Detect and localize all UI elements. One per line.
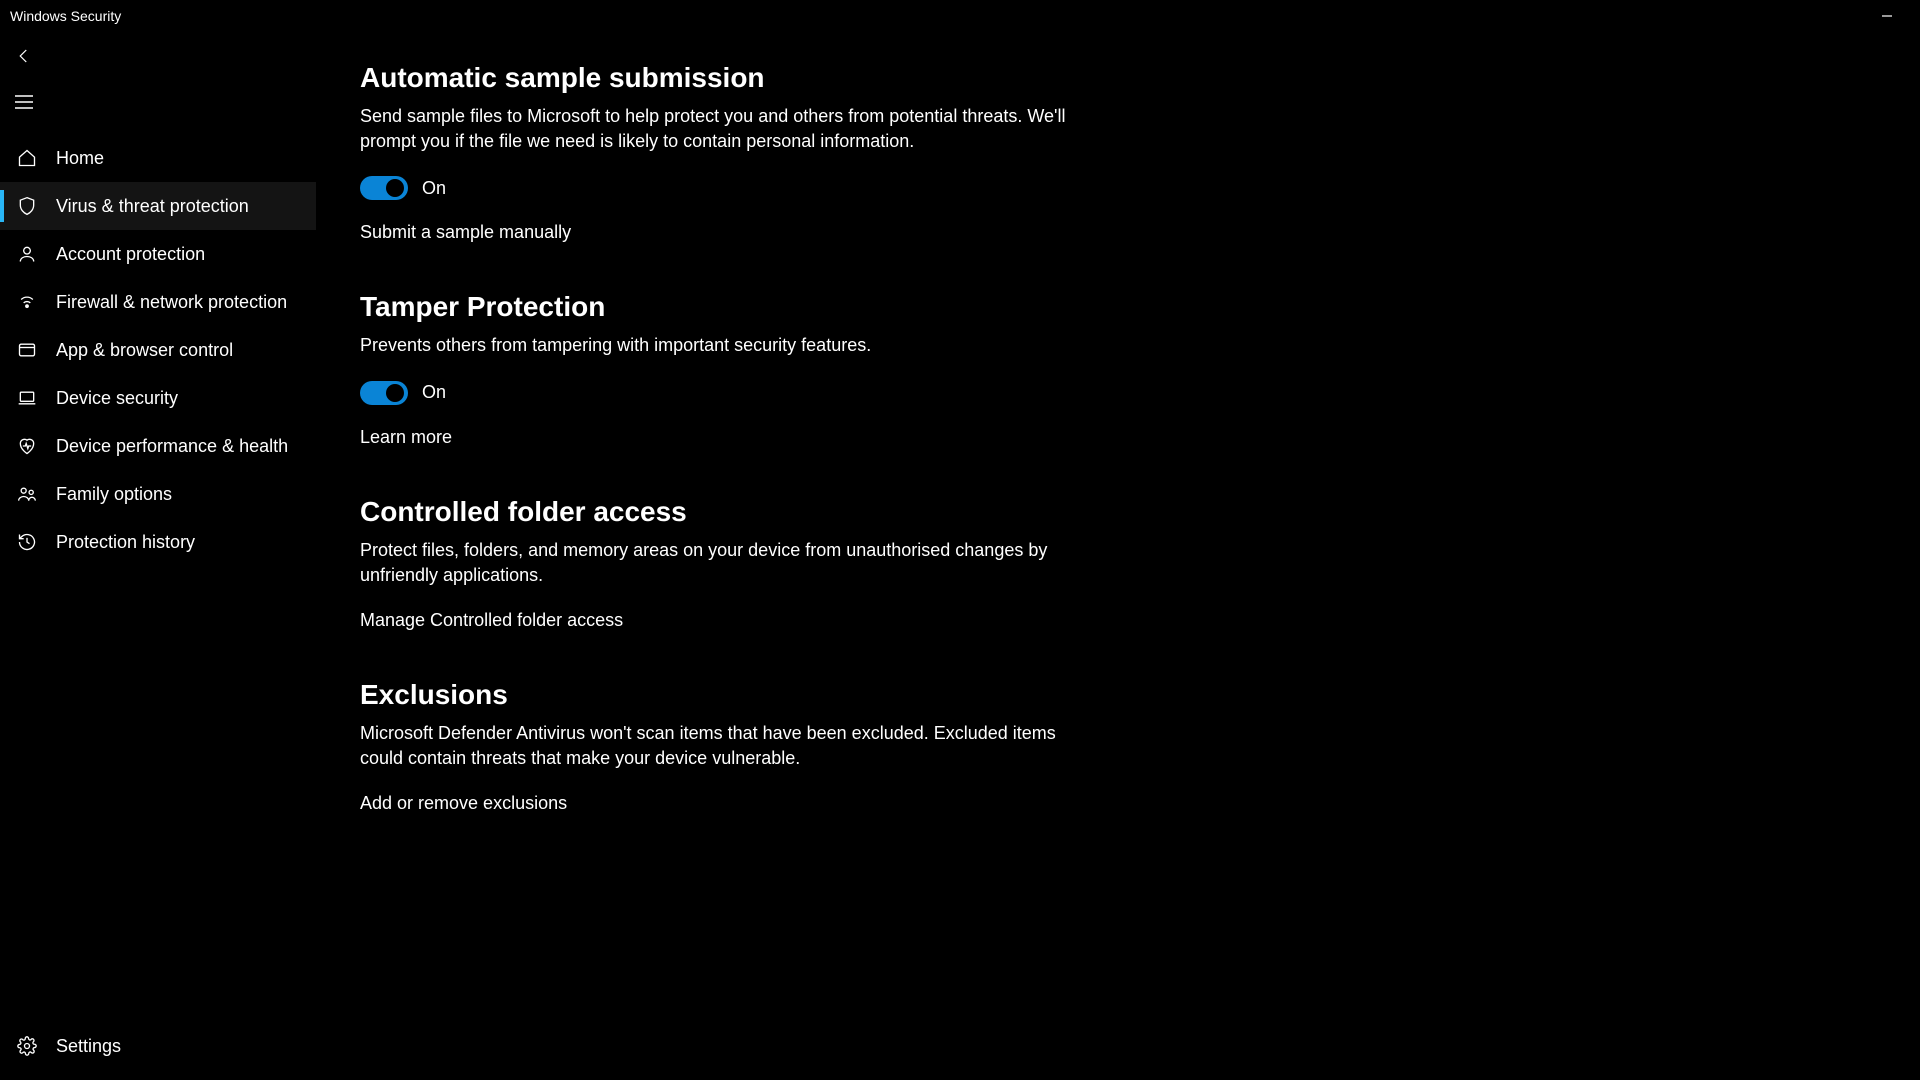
titlebar: Windows Security xyxy=(0,0,1920,32)
section-desc: Protect files, folders, and memory areas… xyxy=(360,538,1080,588)
history-icon xyxy=(16,531,38,553)
sidebar-item-app-browser[interactable]: App & browser control xyxy=(0,326,316,374)
sidebar-item-label: Home xyxy=(56,148,104,169)
sidebar: Home Virus & threat protection Account p… xyxy=(0,32,316,1080)
section-controlled-folder: Controlled folder access Protect files, … xyxy=(360,496,1080,631)
section-tamper: Tamper Protection Prevents others from t… xyxy=(360,291,1080,447)
sidebar-item-label: Device performance & health xyxy=(56,436,288,457)
section-desc: Send sample files to Microsoft to help p… xyxy=(360,104,1080,154)
section-auto-sample: Automatic sample submission Send sample … xyxy=(360,62,1080,243)
sidebar-item-label: Firewall & network protection xyxy=(56,292,287,313)
sidebar-item-device-security[interactable]: Device security xyxy=(0,374,316,422)
section-exclusions: Exclusions Microsoft Defender Antivirus … xyxy=(360,679,1080,814)
sidebar-item-performance[interactable]: Device performance & health xyxy=(0,422,316,470)
section-title: Tamper Protection xyxy=(360,291,1080,323)
laptop-icon xyxy=(16,387,38,409)
gear-icon xyxy=(16,1035,38,1057)
sidebar-item-label: Device security xyxy=(56,388,178,409)
sidebar-item-label: Protection history xyxy=(56,532,195,553)
sidebar-item-label: Settings xyxy=(56,1036,121,1057)
sidebar-item-settings[interactable]: Settings xyxy=(0,1022,316,1070)
manage-controlled-folder-link[interactable]: Manage Controlled folder access xyxy=(360,610,1080,631)
sidebar-item-family[interactable]: Family options xyxy=(0,470,316,518)
person-icon xyxy=(16,243,38,265)
sidebar-item-firewall[interactable]: Firewall & network protection xyxy=(0,278,316,326)
sidebar-item-history[interactable]: Protection history xyxy=(0,518,316,566)
add-remove-exclusions-link[interactable]: Add or remove exclusions xyxy=(360,793,1080,814)
section-desc: Microsoft Defender Antivirus won't scan … xyxy=(360,721,1080,771)
sidebar-item-account[interactable]: Account protection xyxy=(0,230,316,278)
toggle-state-label: On xyxy=(422,178,446,199)
minimize-button[interactable] xyxy=(1864,0,1910,32)
toggle-state-label: On xyxy=(422,382,446,403)
signal-icon xyxy=(16,291,38,313)
app-icon xyxy=(16,339,38,361)
section-title: Automatic sample submission xyxy=(360,62,1080,94)
hamburger-button[interactable] xyxy=(0,82,48,122)
content-area: Automatic sample submission Send sample … xyxy=(316,32,1920,1080)
window-title: Windows Security xyxy=(10,8,121,24)
home-icon xyxy=(16,147,38,169)
people-icon xyxy=(16,483,38,505)
section-title: Exclusions xyxy=(360,679,1080,711)
back-button[interactable] xyxy=(0,36,48,76)
sidebar-item-home[interactable]: Home xyxy=(0,134,316,182)
sidebar-item-label: App & browser control xyxy=(56,340,233,361)
submit-sample-link[interactable]: Submit a sample manually xyxy=(360,222,1080,243)
section-desc: Prevents others from tampering with impo… xyxy=(360,333,1080,358)
auto-sample-toggle[interactable] xyxy=(360,176,408,200)
section-title: Controlled folder access xyxy=(360,496,1080,528)
sidebar-item-virus-threat[interactable]: Virus & threat protection xyxy=(0,182,316,230)
heart-pulse-icon xyxy=(16,435,38,457)
sidebar-item-label: Virus & threat protection xyxy=(56,196,249,217)
tamper-learn-more-link[interactable]: Learn more xyxy=(360,427,1080,448)
tamper-toggle[interactable] xyxy=(360,381,408,405)
sidebar-item-label: Account protection xyxy=(56,244,205,265)
sidebar-item-label: Family options xyxy=(56,484,172,505)
shield-icon xyxy=(16,195,38,217)
